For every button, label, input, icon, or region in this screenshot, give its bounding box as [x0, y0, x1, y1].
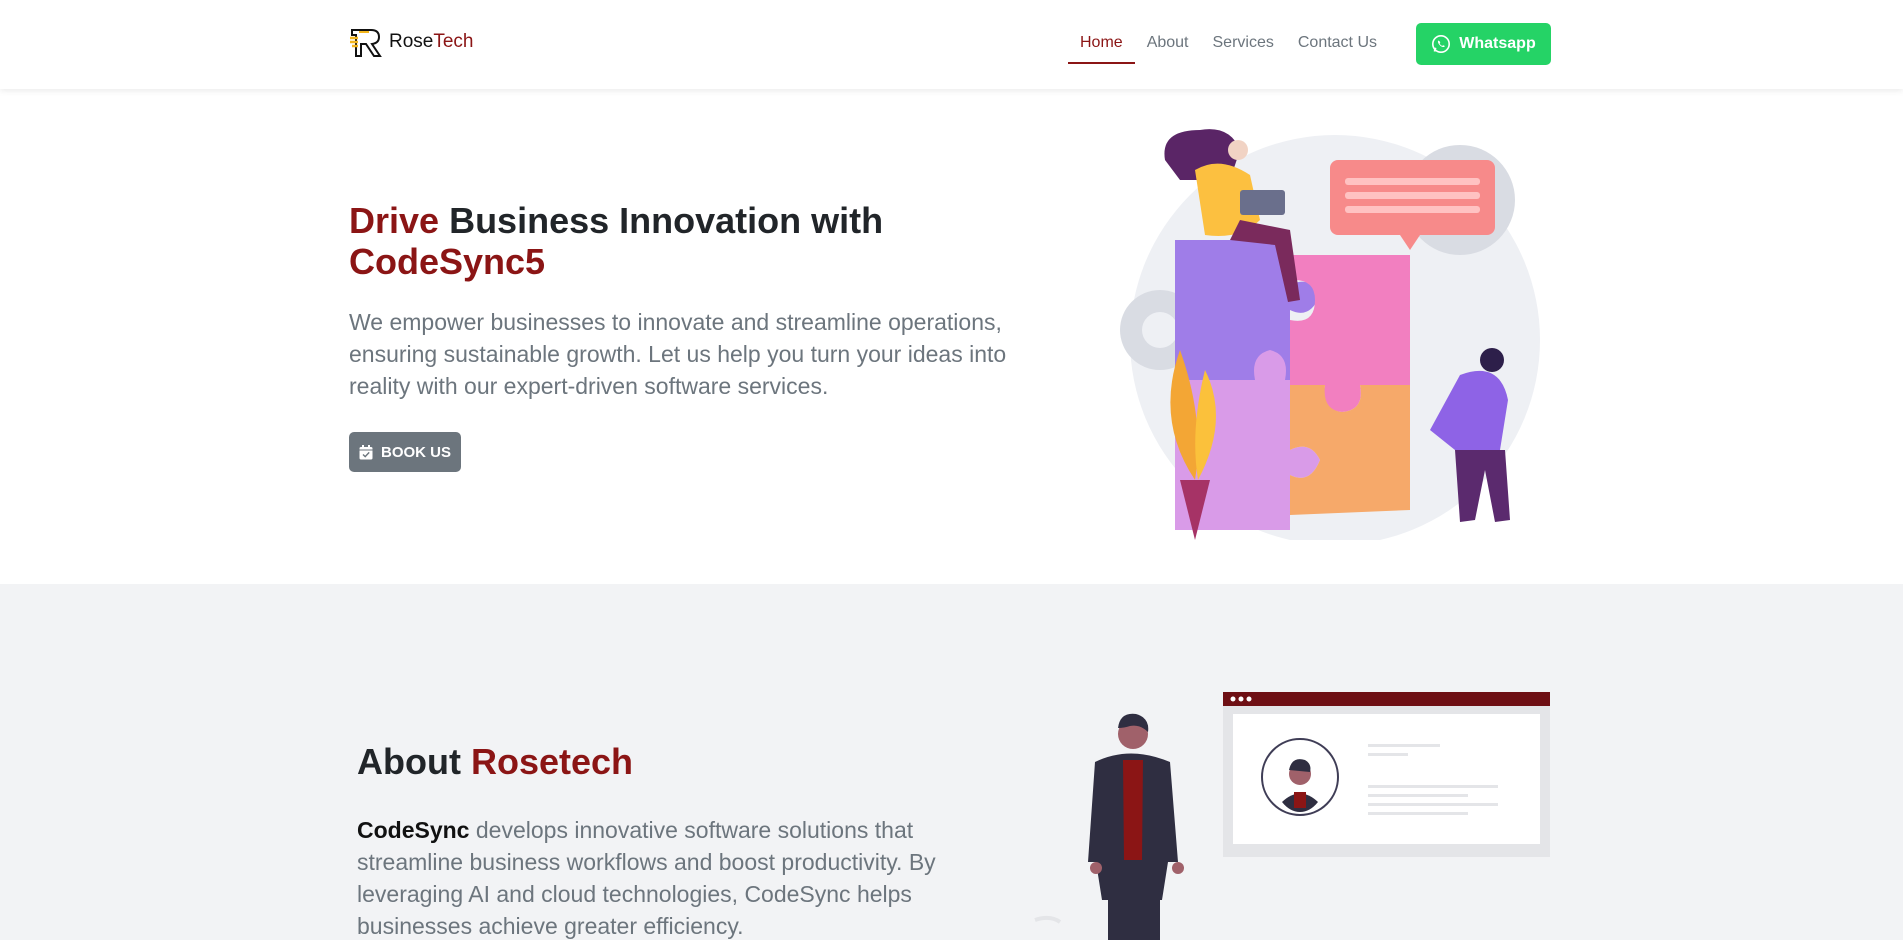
calendar-check-icon — [359, 444, 373, 459]
nav-link-home[interactable]: Home — [1068, 0, 1135, 89]
whatsapp-icon — [1432, 35, 1451, 53]
hero-description: We empower businesses to innovate and st… — [349, 309, 1007, 399]
puzzle-team-illustration — [1120, 129, 1540, 540]
about-title: About Rosetech — [357, 741, 634, 782]
profile-browser-illustration — [1034, 692, 1550, 940]
nav-link-contact-us[interactable]: Contact Us — [1286, 0, 1389, 89]
book-us-label: BOOK US — [380, 443, 451, 461]
about-description: CodeSync develops innovative software so… — [357, 817, 936, 939]
brand[interactable]: RoseTech — [349, 26, 474, 58]
whatsapp-button[interactable]: Whatsapp — [1416, 23, 1551, 65]
brand-name: RoseTech — [389, 31, 474, 52]
whatsapp-label: Whatsapp — [1459, 35, 1536, 52]
book-us-button[interactable]: BOOK US — [349, 432, 461, 472]
nav-link-about[interactable]: About — [1135, 0, 1201, 89]
hero-title: Drive Business Innovation with CodeSync5 — [349, 200, 884, 282]
nav-link-services[interactable]: Services — [1201, 0, 1286, 89]
navbar: RoseTech Home About Services Contact Us … — [0, 0, 1903, 89]
rosetech-logo-icon — [350, 29, 382, 57]
nav-links: Home About Services Contact Us — [1068, 0, 1389, 89]
